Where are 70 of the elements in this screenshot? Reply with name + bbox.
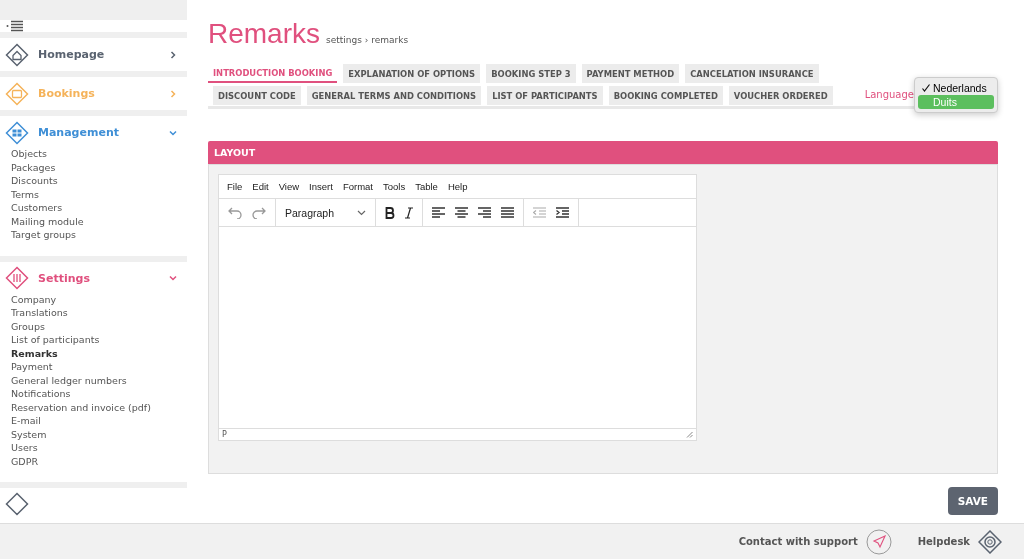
page-title: Remarks — [208, 18, 320, 50]
menu-item[interactable]: View — [274, 181, 304, 192]
diamond-icon — [5, 42, 29, 67]
tab[interactable]: PAYMENT METHOD — [581, 64, 680, 83]
sidebar-item[interactable]: Payment — [11, 360, 187, 374]
sidebar-item[interactable]: Reservation and invoice (pdf) — [11, 400, 187, 414]
redo-icon[interactable] — [252, 206, 266, 219]
sidebar-item[interactable]: Notifications — [11, 387, 187, 401]
sidebar-item[interactable]: GDPR — [11, 454, 187, 468]
element-path: P — [222, 430, 227, 439]
justify-icon[interactable] — [501, 207, 514, 218]
diamond-icon — [5, 266, 29, 290]
sidebar-item[interactable]: Users — [11, 441, 187, 455]
caret-icon — [357, 209, 366, 216]
sidebar-item[interactable]: System — [11, 427, 187, 441]
helpdesk-link[interactable]: Helpdesk — [917, 536, 970, 547]
lifebuoy-icon[interactable] — [978, 529, 1002, 554]
chevron-icon[interactable] — [169, 50, 177, 59]
sidebar-item[interactable]: List of participants — [11, 333, 187, 347]
diamond-icon — [5, 81, 29, 106]
menu-item[interactable]: Insert — [305, 181, 337, 192]
diamond-icon — [5, 492, 29, 516]
sidebar-item[interactable]: E-mail — [11, 414, 187, 428]
sidebar-item[interactable]: Target groups — [11, 228, 187, 242]
diamond-icon — [5, 120, 29, 145]
tab[interactable]: LIST OF PARTICIPANTS — [487, 86, 603, 105]
support-link[interactable]: Contact with support — [738, 536, 858, 547]
menu-item[interactable]: Edit — [248, 181, 273, 192]
sidebar-item[interactable]: Terms — [11, 187, 187, 201]
align-left-icon[interactable] — [432, 207, 445, 218]
panel-header: LAYOUT — [208, 141, 998, 164]
sidebar-item[interactable]: Remarks — [11, 346, 187, 360]
menu-item[interactable]: Format — [338, 181, 377, 192]
sidebar-item[interactable]: Company — [11, 292, 187, 306]
breadcrumb: settings › remarks — [326, 35, 409, 45]
sidebar-item[interactable]: Groups — [11, 319, 187, 333]
tab[interactable]: BOOKING STEP 3 — [486, 64, 576, 83]
sidebar-item[interactable]: Translations — [11, 306, 187, 320]
tab[interactable]: DISCOUNT CODE — [213, 86, 301, 105]
sidebar-item[interactable]: General ledger numbers — [11, 373, 187, 387]
tab[interactable]: VOUCHER ORDERED — [728, 86, 833, 105]
menu-item[interactable]: Help — [443, 181, 472, 192]
sidebar-item[interactable]: Discounts — [11, 174, 187, 188]
bold-icon[interactable] — [385, 206, 395, 219]
sidebar-item[interactable]: Objects — [11, 147, 187, 161]
menu-item[interactable]: File — [223, 181, 247, 192]
paper-plane-icon[interactable] — [865, 528, 892, 555]
tab[interactable]: EXPLANATION OF OPTIONS — [343, 64, 481, 83]
italic-icon[interactable] — [405, 206, 413, 219]
chevron-icon[interactable] — [169, 128, 177, 137]
section-title[interactable]: Settings — [38, 271, 160, 285]
sidebar-item[interactable]: Customers — [11, 201, 187, 215]
undo-icon[interactable] — [228, 206, 242, 219]
tab[interactable]: GENERAL TERMS AND CONDITIONS — [306, 86, 482, 105]
language-option[interactable]: Nederlands — [918, 81, 994, 95]
sidebar-item[interactable]: Mailing module — [11, 214, 187, 228]
tab[interactable]: CANCELATION INSURANCE — [685, 64, 819, 83]
menu-icon[interactable] — [6, 20, 24, 32]
menu-item[interactable]: Table — [411, 181, 442, 192]
tab[interactable]: BOOKING COMPLETED — [608, 86, 723, 105]
resize-handle-icon[interactable] — [686, 431, 693, 438]
menu-item[interactable]: Tools — [378, 181, 410, 192]
sidebar-item[interactable]: Packages — [11, 160, 187, 174]
indent-icon[interactable] — [556, 207, 569, 218]
save-button[interactable]: SAVE — [947, 487, 998, 515]
align-center-icon[interactable] — [455, 207, 468, 218]
language-label: Language — [864, 89, 914, 100]
align-right-icon[interactable] — [478, 207, 491, 218]
format-dropdown[interactable]: Paragraph — [276, 199, 376, 226]
chevron-icon[interactable] — [169, 274, 177, 282]
